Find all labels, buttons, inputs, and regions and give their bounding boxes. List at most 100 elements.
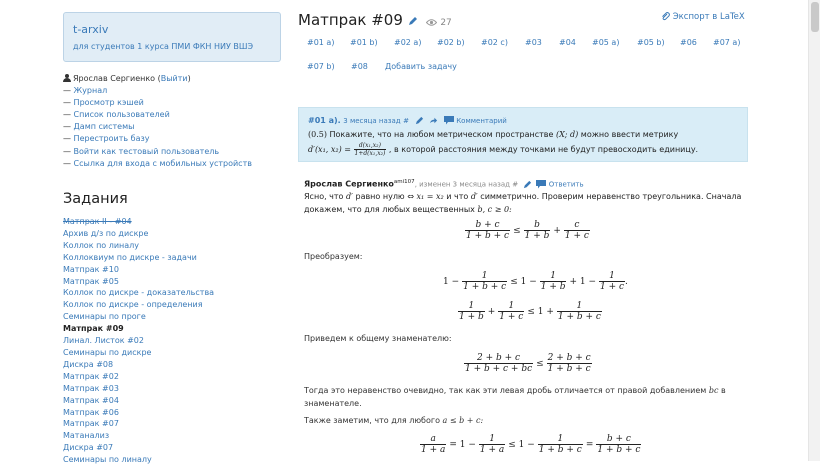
math-op: + [487, 307, 496, 317]
problem-tab[interactable]: #08 [342, 57, 377, 76]
problem-date: 3 месяца назад [343, 117, 401, 125]
rebuild-db-link[interactable]: Перестроить базу [74, 134, 150, 143]
solution-paragraph: Также заметим, что для любого a ≤ b + c: [304, 416, 483, 425]
math-den: 1 + b [524, 231, 550, 241]
problem-tab[interactable]: #04 [550, 33, 585, 52]
task-link[interactable]: Семинары по дискре [63, 348, 151, 357]
math-inline: a ≤ b + c: [442, 416, 484, 425]
page-title-row: Матпрак #09 27 [298, 11, 452, 29]
problem-tab[interactable]: #03 [516, 33, 551, 52]
add-problem-link[interactable]: Добавить задачу [376, 57, 466, 76]
views-count: 27 [440, 18, 452, 28]
task-link[interactable]: Дискра #08 [63, 360, 113, 369]
problem-tab[interactable]: #07 a) [704, 33, 749, 52]
problem-tab[interactable]: #06 [671, 33, 706, 52]
brand-subtitle: для студентов 1 курса ПМИ ФКН НИУ ВШЭ [73, 42, 254, 51]
export-latex-link[interactable]: Экспорт в LaTeX [673, 12, 745, 22]
task-link[interactable]: Матпрак #05 [63, 277, 119, 286]
task-link[interactable]: Коллок по дискре - определения [63, 300, 203, 309]
caches-link[interactable]: Просмотр кэшей [74, 98, 144, 107]
math-den: 1 + b + c + bc [465, 364, 533, 374]
journal-link[interactable]: Журнал [74, 86, 108, 95]
metric-denominator: 1+d(x₁,x₂) [354, 150, 386, 157]
edit-pencil-icon[interactable] [523, 180, 532, 189]
formula-4: 2 + b + c1 + b + c + bc ≤2 + b + c1 + b +… [464, 353, 592, 374]
math-num: 1 [462, 271, 508, 282]
export-latex[interactable]: Экспорт в LaTeX [661, 12, 745, 22]
task-link[interactable]: Матпрак #03 [63, 384, 119, 393]
problem-points: (0.5) [308, 130, 327, 139]
edit-pencil-icon[interactable] [408, 16, 418, 26]
math-den: 1 + c [600, 282, 625, 292]
solution-paragraph: Тогда это неравенство очевидно, так как … [304, 385, 749, 410]
mobile-login-link[interactable]: Ссылка для входа с мобильных устройств [74, 159, 252, 168]
problem-tab[interactable]: #02 b) [428, 33, 474, 52]
metric-fraction: d(x₁,x₂) 1+d(x₁,x₂) [353, 142, 387, 157]
problem-tab[interactable]: #05 b) [628, 33, 674, 52]
task-link[interactable]: Матанализ [63, 431, 109, 440]
math-op: ≤ 1 − [510, 277, 537, 287]
task-link[interactable]: Матпрак #07 [63, 419, 119, 428]
task-link[interactable]: Матпрак #04 [63, 396, 119, 405]
problem-tab[interactable]: #02 a) [385, 33, 430, 52]
math-num: b + c [465, 220, 511, 231]
math-num: 1 [458, 301, 485, 312]
solution-edited: , изменен 3 месяца назад # [414, 180, 519, 189]
task-link[interactable]: Семинары по проге [63, 312, 146, 321]
task-link[interactable]: Коллок по дискре - доказательства [63, 288, 214, 297]
problem-tab[interactable]: #01 b) [341, 33, 387, 52]
math-num: 1 [556, 301, 602, 312]
task-link[interactable]: Матпрак #06 [63, 408, 119, 417]
math-op: + [553, 226, 561, 236]
problem-tab[interactable]: #02 c) [472, 33, 517, 52]
test-user-login-link[interactable]: Войти как тестовый пользователь [74, 147, 220, 156]
math-den: 1 + c [499, 312, 524, 322]
tasks-list: Матпрак II - #04 Архив д/з по дискре Кол… [63, 216, 214, 466]
math-op: = 1 − [449, 440, 476, 450]
math-num: 1 [478, 434, 506, 445]
comment-link[interactable]: Комментарий [456, 117, 507, 125]
metric-numerator: d(x₁,x₂) [353, 142, 387, 150]
solution-author[interactable]: Ярослав Сергиенко [304, 180, 394, 189]
share-icon[interactable] [429, 116, 438, 125]
problem-tab[interactable]: #01 a) [298, 33, 343, 52]
math-den: 1 + a [479, 445, 505, 455]
task-link[interactable]: Семинары по линалу [63, 455, 152, 464]
users-list-link[interactable]: Список пользователей [74, 110, 170, 119]
task-link[interactable]: Архив д/з по дискре [63, 229, 148, 238]
task-link[interactable]: Коллок по линалу [63, 241, 139, 250]
user-name: Ярослав Сергиенко [73, 74, 156, 83]
task-link[interactable]: Коллоквиум по дискре - задачи [63, 253, 197, 262]
brand-panel[interactable]: t-arxiv для студентов 1 курса ПМИ ФКН НИ… [63, 12, 281, 62]
math-num: 1 [498, 301, 525, 312]
reply-link[interactable]: Ответить [549, 181, 584, 189]
task-link[interactable]: Матпрак II - #04 [63, 217, 132, 226]
math-op: . [625, 277, 628, 287]
user-icon [63, 74, 71, 82]
math-den: 1 + b + c [557, 312, 601, 322]
scrollbar[interactable] [808, 0, 820, 461]
formula-5: a1 + a = 1 −1 1 + a ≤ 1 −1 1 + b + c = b + c1 … [420, 434, 642, 455]
problem-permalink[interactable]: # [403, 117, 409, 125]
math-num: b [523, 220, 551, 231]
task-link[interactable]: Линал. Листок #02 [63, 336, 144, 345]
problem-tab[interactable]: #07 b) [298, 57, 344, 76]
math-op: = [585, 440, 594, 450]
problem-tab[interactable]: #05 a) [583, 33, 628, 52]
formula-3: 11 + b +1 1 + c ≤ 1 +1 1 + b + c [458, 301, 602, 322]
solution-text: и что [446, 192, 469, 202]
brand-title[interactable]: t-arxiv [73, 23, 271, 36]
solution-text: симметрично. Проверим неравенство треуго… [480, 192, 742, 202]
problem-card: #01 a). 3 месяца назад # Комментарий (0.… [298, 107, 748, 162]
task-link[interactable]: Матпрак #02 [63, 372, 119, 381]
logout-link[interactable]: Выйти [161, 74, 188, 83]
problem-label[interactable]: #01 a). [308, 116, 341, 125]
system-dump-link[interactable]: Дамп системы [74, 122, 135, 131]
solution-text: в [721, 386, 726, 395]
scrollbar-thumb[interactable] [811, 2, 819, 32]
edit-pencil-icon[interactable] [415, 116, 424, 125]
task-link[interactable]: Дискра #07 [63, 443, 113, 452]
formula-1: b + c1 + b + c ≤ b 1 + b + c 1 + c [465, 220, 590, 241]
math-op: + 1 − [569, 277, 597, 287]
task-link[interactable]: Матпрак #10 [63, 265, 119, 274]
